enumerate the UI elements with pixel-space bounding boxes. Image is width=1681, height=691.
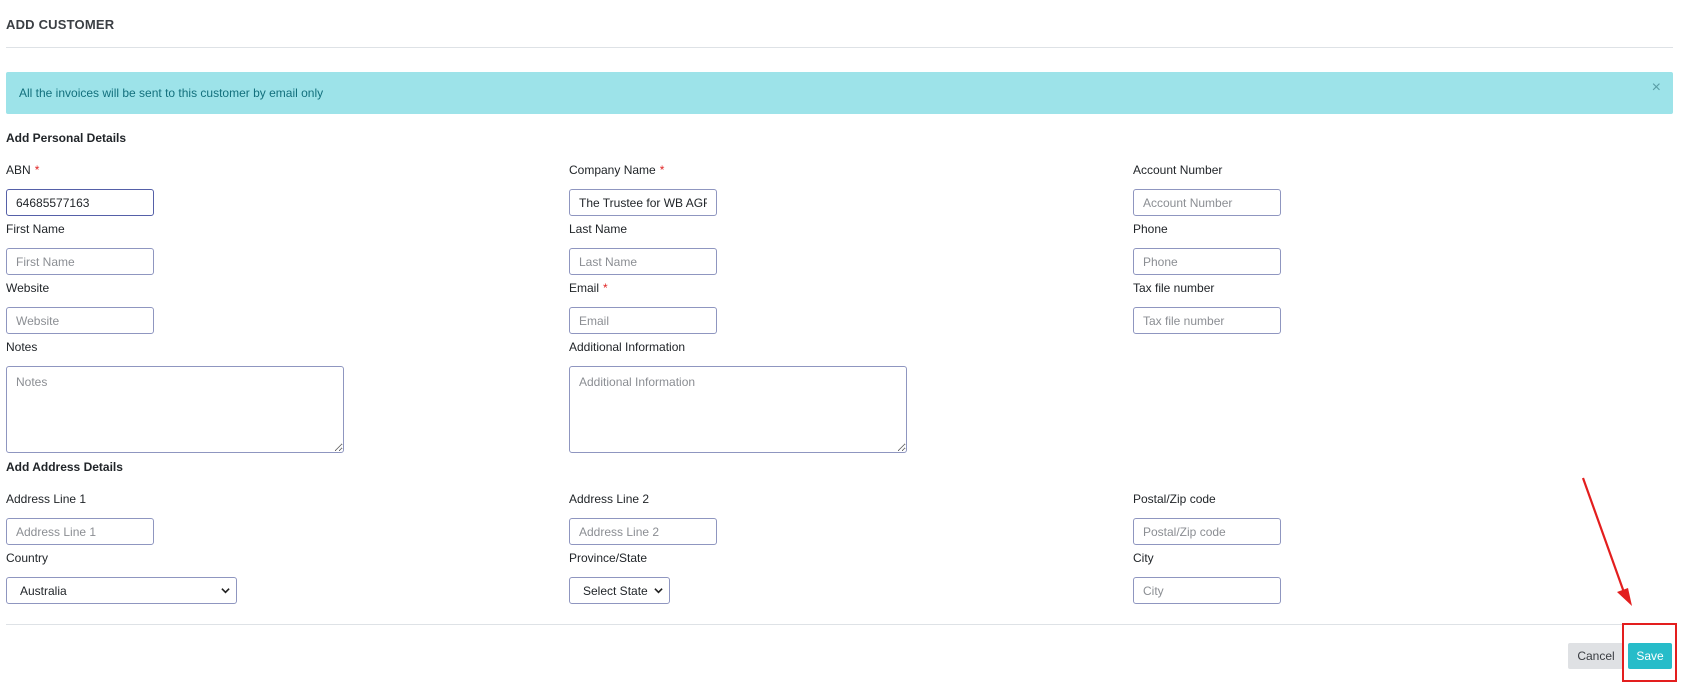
abn-label: ABN — [6, 163, 31, 177]
province-field: Province/State Select State — [569, 551, 670, 604]
chevron-down-icon — [221, 588, 230, 594]
last-name-label: Last Name — [569, 222, 628, 236]
account-number-label: Account Number — [1133, 163, 1223, 177]
alert-message: All the invoices will be sent to this cu… — [19, 86, 324, 100]
last-name-input[interactable] — [569, 248, 717, 275]
email-input[interactable] — [569, 307, 717, 334]
abn-field: ABN * — [6, 163, 154, 216]
abn-input[interactable] — [6, 189, 154, 216]
country-label: Country — [6, 551, 49, 565]
cancel-button[interactable]: Cancel — [1568, 643, 1624, 669]
section-heading-address: Add Address Details — [6, 460, 123, 474]
account-number-field: Account Number — [1133, 163, 1281, 216]
annotation-arrow — [1581, 477, 1632, 606]
city-field: City — [1133, 551, 1281, 604]
page-title: ADD CUSTOMER — [6, 17, 115, 32]
country-selected-value: Australia — [20, 583, 67, 598]
website-field: Website — [6, 281, 154, 334]
postal-code-label: Postal/Zip code — [1133, 492, 1216, 506]
tax-file-number-input[interactable] — [1133, 307, 1281, 334]
company-name-label: Company Name — [569, 163, 656, 177]
chevron-down-icon — [654, 588, 663, 594]
postal-code-input[interactable] — [1133, 518, 1281, 545]
additional-info-field: Additional Information — [569, 340, 907, 453]
postal-code-field: Postal/Zip code — [1133, 492, 1281, 545]
footer-divider — [6, 624, 1673, 625]
first-name-field: First Name — [6, 222, 154, 275]
close-icon[interactable]: × — [1652, 80, 1661, 96]
first-name-input[interactable] — [6, 248, 154, 275]
tax-file-number-field: Tax file number — [1133, 281, 1281, 334]
required-mark: * — [659, 163, 665, 177]
tax-file-number-label: Tax file number — [1133, 281, 1215, 295]
title-divider — [6, 47, 1673, 48]
email-field: Email * — [569, 281, 717, 334]
address-line1-field: Address Line 1 — [6, 492, 154, 545]
additional-info-textarea[interactable] — [569, 366, 907, 453]
country-select[interactable]: Australia — [6, 577, 237, 604]
city-label: City — [1133, 551, 1154, 565]
website-label: Website — [6, 281, 50, 295]
company-name-field: Company Name * — [569, 163, 717, 216]
annotation-highlight-box — [1622, 623, 1677, 682]
address-line1-label: Address Line 1 — [6, 492, 87, 506]
additional-info-label: Additional Information — [569, 340, 686, 354]
info-alert: All the invoices will be sent to this cu… — [6, 72, 1673, 114]
phone-label: Phone — [1133, 222, 1168, 236]
required-mark: * — [603, 281, 608, 295]
city-input[interactable] — [1133, 577, 1281, 604]
province-selected-value: Select State — [583, 583, 648, 598]
company-name-input[interactable] — [569, 189, 717, 216]
address-line2-field: Address Line 2 — [569, 492, 717, 545]
notes-label: Notes — [6, 340, 38, 354]
address-line2-label: Address Line 2 — [569, 492, 650, 506]
last-name-field: Last Name — [569, 222, 717, 275]
section-heading-personal: Add Personal Details — [6, 131, 127, 145]
province-select[interactable]: Select State — [569, 577, 670, 604]
phone-field: Phone — [1133, 222, 1281, 275]
country-field: Country Australia — [6, 551, 237, 604]
first-name-label: First Name — [6, 222, 65, 236]
province-label: Province/State — [569, 551, 648, 565]
required-mark: * — [34, 163, 40, 177]
website-input[interactable] — [6, 307, 154, 334]
address-line2-input[interactable] — [569, 518, 717, 545]
notes-textarea[interactable] — [6, 366, 344, 453]
account-number-input[interactable] — [1133, 189, 1281, 216]
address-line1-input[interactable] — [6, 518, 154, 545]
notes-field: Notes — [6, 340, 344, 453]
email-label: Email — [569, 281, 600, 295]
phone-input[interactable] — [1133, 248, 1281, 275]
